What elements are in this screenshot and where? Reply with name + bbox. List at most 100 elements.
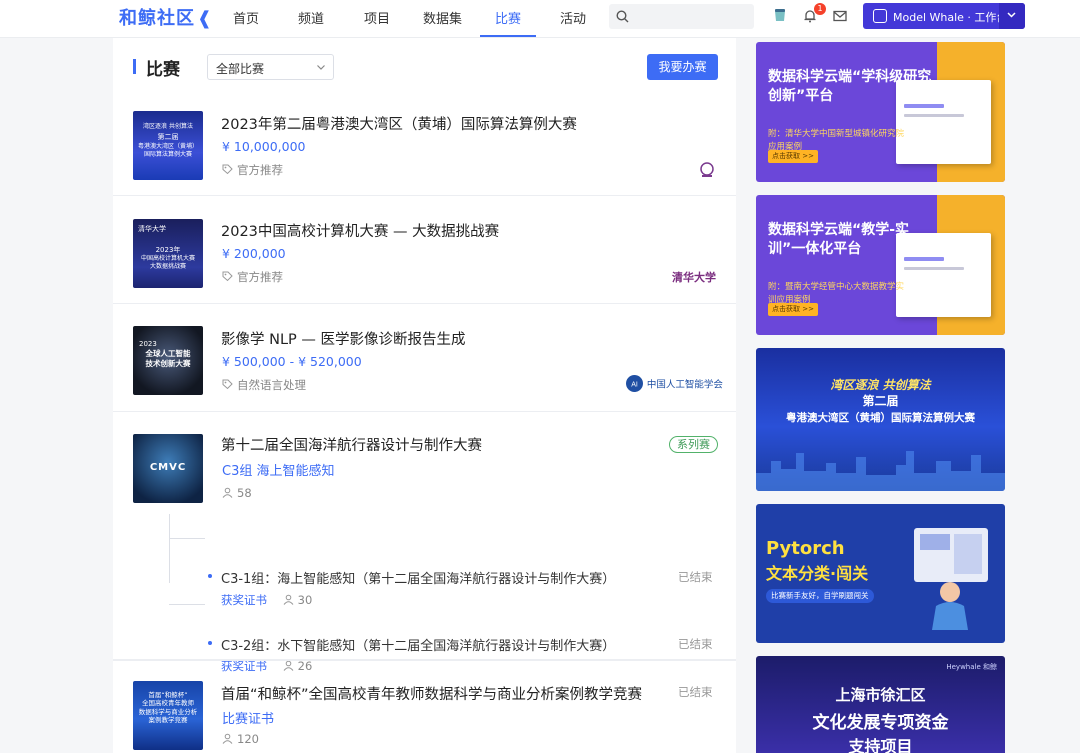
model-whale-logo-icon [873, 9, 887, 23]
banner-subtitle: 粤港澳大湾区（黄埔）国际算法算例大赛 [786, 412, 975, 424]
promo-banner[interactable]: Pytorch 文本分类·闯关 比赛新手友好，自学刷题闯关 [756, 504, 1005, 643]
workbench-button[interactable]: Model Whale · 工作台 [863, 3, 1025, 29]
competition-card[interactable]: 首届“和鲸杯” 全国高校青年教师 数据科学与商业分析 案例教学竞赛 首届“和鲸杯… [113, 660, 736, 753]
mail-icon[interactable] [833, 10, 847, 22]
participant-count-value: 58 [237, 486, 252, 500]
thumb-text: 全球人工智能 [145, 349, 191, 359]
banner-subtitle: 支持项目 [848, 737, 913, 753]
competition-thumbnail[interactable]: 清华大学 2023年 中国高校计算机大赛 大数据挑战赛 [133, 219, 203, 288]
sub-competition-title[interactable]: C3-1组：海上智能感知（第十二届全国海洋航行器设计与制作大赛） [221, 568, 615, 587]
nav-projects[interactable]: 项目 [364, 8, 390, 27]
thumb-text: 中国高校计算机大赛 [140, 255, 195, 263]
banner-brand: Heywhale 和鲸 [946, 663, 997, 671]
tag-label: 官方推荐 [237, 270, 283, 284]
promo-banner[interactable]: 数据科学云端“学科级研究创新”平台 附：清华大学中国新型城镇化研究院应用案例 点… [756, 42, 1005, 182]
competition-card[interactable]: 清华大学 2023年 中国高校计算机大赛 大数据挑战赛 2023中国高校计算机大… [113, 196, 736, 304]
participant-count-value: 30 [297, 593, 313, 607]
competition-thumbnail[interactable]: 首届“和鲸杯” 全国高校青年教师 数据科学与商业分析 案例教学竞赛 [133, 681, 203, 750]
tag-icon [222, 271, 233, 282]
banner-title: 数据科学云端“学科级研究创新”平台 [768, 69, 932, 104]
series-badge: 系列赛 [669, 436, 718, 453]
banner-title: 数据科学云端“教学-实训”一体化平台 [768, 222, 910, 257]
tag-label: 自然语言处理 [237, 378, 306, 392]
banner-subtitle: 文化发展专项资金 [812, 713, 949, 733]
participant-count: 120 [222, 732, 259, 746]
thumb-text: 粤港澳大湾区（黄埔） [137, 142, 198, 150]
filter-selected-value: 全部比赛 [216, 62, 265, 76]
tree-connector [169, 514, 170, 583]
thumb-text: 第二届 [157, 132, 179, 141]
competition-list-panel: 比赛 全部比赛 我要办赛 湾区逐浪 共创算法 第二届 粤港澳大湾区（黄埔） 国际… [113, 38, 736, 753]
thumb-text: 2023 [139, 340, 157, 348]
nav-active-indicator [480, 35, 536, 37]
competition-thumbnail[interactable]: 湾区逐浪 共创算法 第二届 粤港澳大湾区（黄埔） 国际算法算例大赛 [133, 111, 203, 180]
competition-status: 已结束 [678, 570, 713, 584]
competition-prize: ¥ 500,000 - ¥ 520,000 [222, 354, 362, 369]
nav-datasets[interactable]: 数据集 [423, 8, 462, 27]
banner-title: 上海市徐汇区 [835, 686, 926, 704]
caai-logo-icon: AI [626, 375, 643, 392]
banner-cta-button[interactable]: 点击获取 >> [768, 150, 818, 163]
nav-events[interactable]: 活动 [560, 8, 586, 27]
notification-count-badge: 1 [814, 3, 826, 15]
promo-banner[interactable]: 数据科学云端“教学-实训”一体化平台 附：暨南大学经管中心大数据教学实训应用案例… [756, 195, 1005, 335]
workbench-dropdown-toggle[interactable] [999, 3, 1025, 29]
competition-filter-select[interactable]: 全部比赛 [207, 54, 334, 80]
user-icon [283, 594, 294, 605]
competition-title[interactable]: 首届“和鲸杯”全国高校青年教师数据科学与商业分析案例教学竞赛 [221, 683, 642, 704]
participant-count: 30 [283, 593, 313, 607]
sub-item-bullet [208, 574, 212, 578]
sub-competition-meta: 获奖证书 30 [221, 592, 312, 608]
organizer-logo: 清华大学 [672, 271, 716, 284]
coder-illustration-image [914, 528, 988, 630]
tree-connector [169, 538, 205, 539]
thumb-text: 2023年 [155, 246, 181, 255]
banner-subtitle: 文本分类·闯关 [766, 564, 869, 583]
award-certificate-link[interactable]: 获奖证书 [221, 593, 267, 607]
workbench-label: Model Whale · 工作台 [893, 11, 1008, 24]
user-icon [222, 487, 233, 498]
competition-thumbnail[interactable]: CMVC [133, 434, 203, 503]
nav-competitions[interactable]: 比赛 [495, 8, 521, 27]
competition-thumbnail[interactable]: 2023 全球人工智能 技术创新大赛 [133, 326, 203, 395]
competition-title[interactable]: 2023年第二届粤港澳大湾区（黄埔）国际算法算例大赛 [221, 113, 577, 134]
competition-card[interactable]: CMVC 第十二届全国海洋航行器设计与制作大赛 C3组 海上智能感知 58 系列… [113, 412, 736, 673]
thumb-text: 技术创新大赛 [145, 358, 191, 368]
nav-channels[interactable]: 频道 [298, 8, 324, 27]
coffee-cup-icon[interactable] [772, 7, 788, 23]
top-navigation-bar: 和鲸社区 ❰ 首页 频道 项目 数据集 比赛 活动 1 Model Whale ·… [0, 0, 1080, 38]
competition-tag[interactable]: 官方推荐 [222, 269, 283, 285]
tag-icon [222, 164, 233, 175]
thumb-text: 大数据挑战赛 [149, 262, 186, 270]
competition-group[interactable]: C3组 海上智能感知 [222, 460, 334, 479]
brand-name: 和鲸社区 [119, 8, 195, 29]
thumb-text: 案例教学竞赛 [148, 716, 188, 725]
banner-tagline: 比赛新手友好，自学刷题闯关 [766, 589, 874, 603]
search-input[interactable] [609, 4, 754, 29]
competition-prize: ¥ 200,000 [222, 246, 286, 261]
competition-tag[interactable]: 官方推荐 [222, 162, 283, 178]
organizer-logo [700, 162, 714, 177]
svg-text:AI: AI [631, 382, 638, 389]
competition-status: 已结束 [678, 637, 713, 651]
competition-prize: ¥ 10,000,000 [222, 139, 306, 154]
thumb-text: 清华大学 [138, 225, 166, 233]
competition-card[interactable]: 2023 全球人工智能 技术创新大赛 影像学 NLP — 医学影像诊断报告生成 … [113, 304, 736, 412]
competition-title[interactable]: 2023中国高校计算机大赛 — 大数据挑战赛 [221, 220, 499, 241]
promo-banner[interactable]: 湾区逐浪 共创算法 第二届 粤港澳大湾区（黄埔）国际算法算例大赛 [756, 348, 1005, 491]
section-accent-bar [133, 59, 136, 74]
city-skyline-image [756, 451, 1005, 491]
competition-tag[interactable]: 自然语言处理 [222, 377, 306, 393]
brand-logo[interactable]: 和鲸社区 ❰ [119, 4, 213, 30]
banner-cta-button[interactable]: 点击获取 >> [768, 303, 818, 316]
chevron-down-icon [317, 65, 325, 70]
competition-card[interactable]: 湾区逐浪 共创算法 第二届 粤港澳大湾区（黄埔） 国际算法算例大赛 2023年第… [113, 103, 736, 196]
host-competition-button[interactable]: 我要办赛 [647, 54, 718, 80]
promo-banner[interactable]: Heywhale 和鲸 上海市徐汇区 文化发展专项资金 支持项目 [756, 656, 1005, 753]
competition-title[interactable]: 影像学 NLP — 医学影像诊断报告生成 [221, 328, 466, 349]
competition-title[interactable]: 第十二届全国海洋航行器设计与制作大赛 [221, 434, 482, 455]
competition-certificate-link[interactable]: 比赛证书 [222, 708, 274, 727]
nav-home[interactable]: 首页 [233, 8, 259, 27]
tag-icon [222, 379, 233, 390]
sub-competition-title[interactable]: C3-2组：水下智能感知（第十二届全国海洋航行器设计与制作大赛） [221, 635, 615, 654]
